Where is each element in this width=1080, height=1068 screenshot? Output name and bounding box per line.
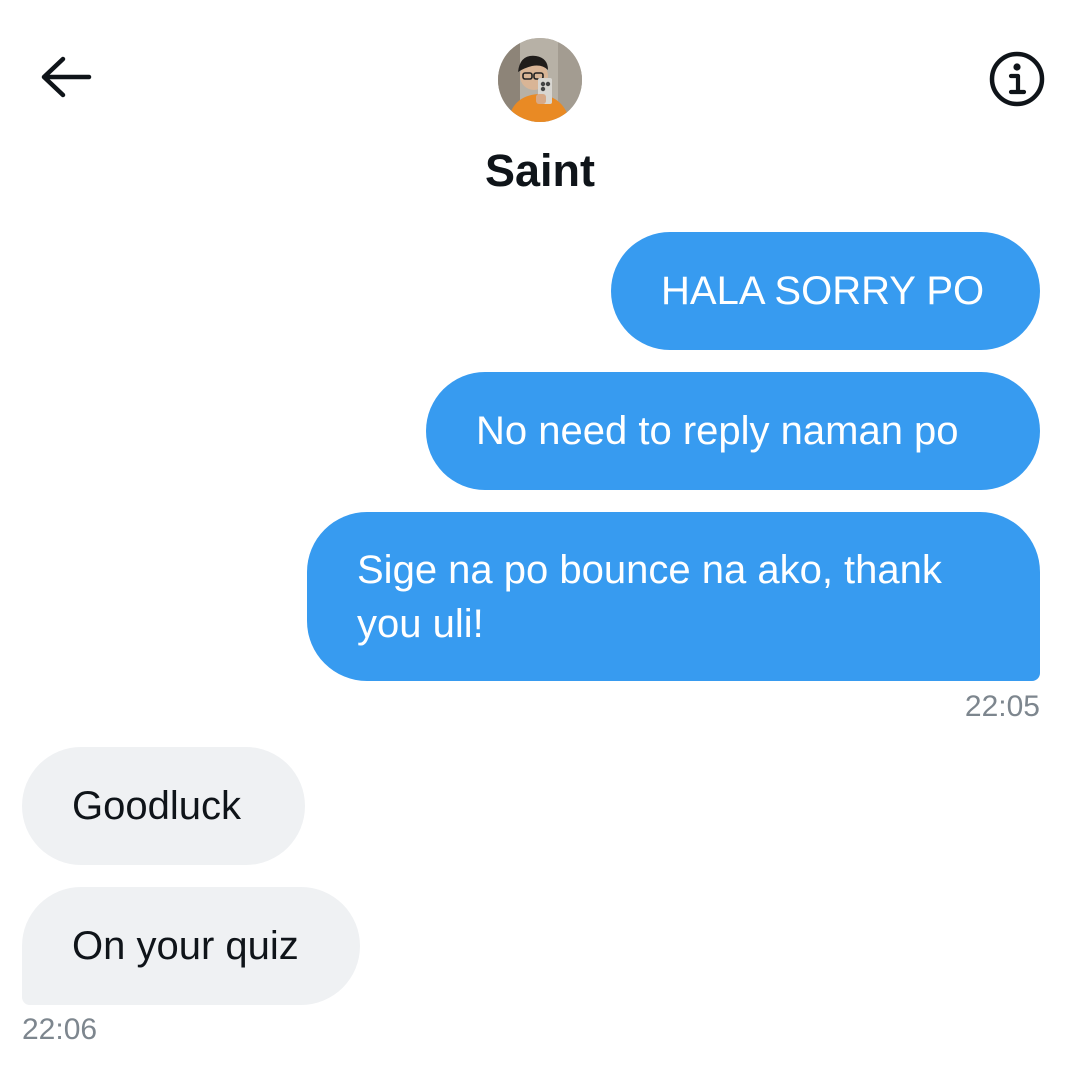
sent-message-text: Sige na po bounce na ako, thank you uli! (357, 547, 942, 646)
received-message[interactable]: Goodluck (22, 747, 305, 865)
back-button[interactable] (36, 52, 96, 102)
contact-name[interactable]: Saint (0, 143, 1080, 199)
received-timestamp: 22:06 (22, 1013, 98, 1046)
sent-message-text: HALA SORRY PO (661, 269, 985, 313)
sent-message[interactable]: Sige na po bounce na ako, thank you uli! (307, 512, 1040, 681)
sent-message[interactable]: No need to reply naman po (426, 372, 1040, 490)
received-message[interactable]: On your quiz (22, 887, 360, 1005)
sent-message-text: No need to reply naman po (476, 409, 959, 453)
avatar-image (498, 38, 582, 122)
received-message-text: On your quiz (72, 924, 299, 968)
info-circle-icon (989, 51, 1045, 107)
received-message-text: Goodluck (72, 784, 241, 828)
info-button[interactable] (986, 48, 1048, 110)
sent-message[interactable]: HALA SORRY PO (611, 232, 1040, 350)
arrow-left-icon (41, 56, 92, 98)
sent-timestamp: 22:05 (964, 690, 1040, 723)
avatar[interactable] (498, 38, 582, 122)
